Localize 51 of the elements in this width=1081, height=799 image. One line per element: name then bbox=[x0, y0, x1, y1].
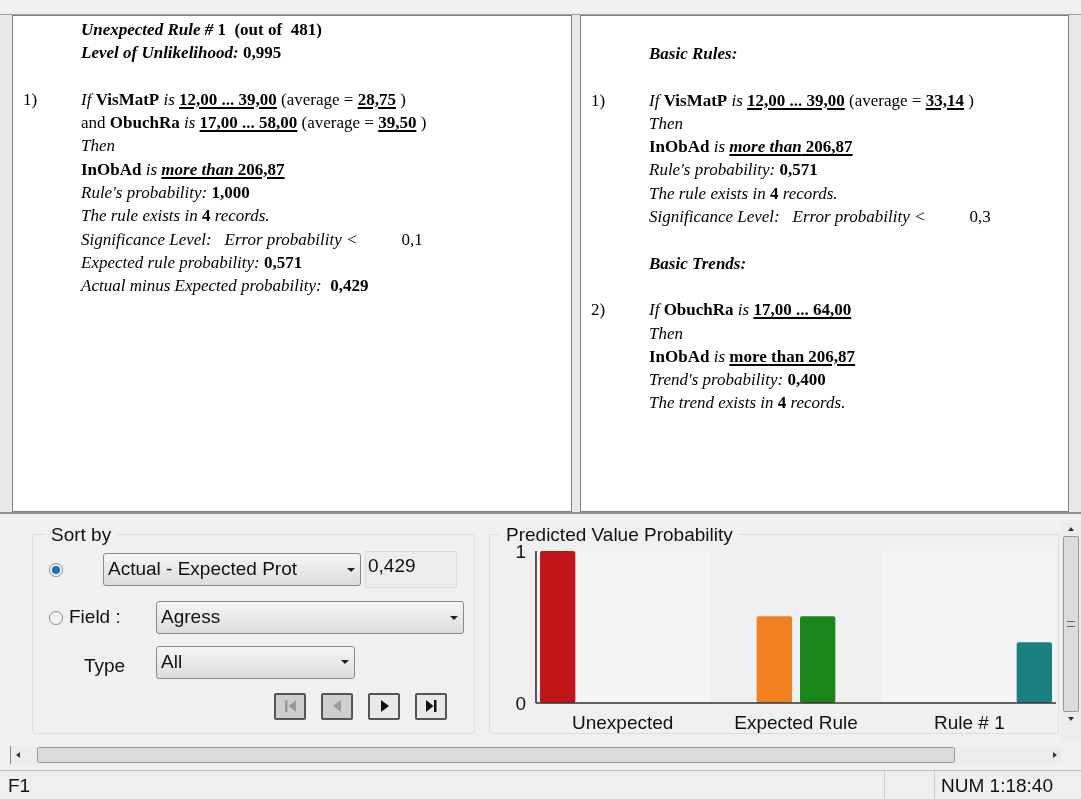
scroll-thumb[interactable] bbox=[37, 747, 955, 763]
category-label: Unexpected bbox=[571, 712, 674, 733]
rule-text: Basic Trends: bbox=[649, 252, 747, 275]
radio-button[interactable] bbox=[49, 562, 63, 577]
rule-text: Basic Rules: bbox=[649, 43, 738, 65]
field-label: Field : bbox=[69, 605, 122, 630]
rule-text: Rule's probability: 0,571 bbox=[649, 159, 819, 182]
value-field[interactable]: 0,429 bbox=[365, 551, 457, 588]
dropdown-arrow-icon bbox=[340, 659, 350, 666]
rule-text: Expected rule probability: 0,571 bbox=[81, 251, 304, 274]
tick-label: 0 bbox=[515, 693, 526, 714]
dropdown-arrow-icon bbox=[449, 614, 459, 621]
rule-text: Rule's probability: 1,000 bbox=[81, 182, 251, 205]
dropdown[interactable]: All bbox=[156, 645, 355, 679]
rule-text: Then bbox=[81, 135, 116, 158]
vertical-scrollbar[interactable] bbox=[1061, 520, 1081, 740]
status-text: F1 bbox=[7, 774, 31, 799]
rule-text: Significance Level: Error probability < 0,3 bbox=[649, 206, 991, 229]
rule-text: InObAd is more than 206,87 bbox=[649, 136, 854, 159]
rule-text: and ObuchRa is 17,00 ... 58,00 (average = 39,50 ) bbox=[81, 112, 427, 135]
next-button[interactable] bbox=[368, 692, 400, 720]
rule-text: Then bbox=[649, 112, 684, 135]
rule-text: If VisMatP is 12,00 ... 39,00 (average = 33,14 ) bbox=[649, 89, 975, 112]
rule-text: If VisMatP is 12,00 ... 39,00 (average = 28,75 ) bbox=[81, 88, 407, 111]
rule-text: If ObuchRa is 17,00 ... 64,00 bbox=[649, 299, 853, 322]
item-number: 2) bbox=[591, 300, 606, 320]
category-label: Expected Rule bbox=[734, 712, 858, 733]
dropdown-arrow-icon bbox=[346, 566, 356, 573]
rule-text: Level of Unlikelihood: 0,995 bbox=[81, 42, 283, 65]
rule-text: InObAd is more than 206,87 bbox=[649, 345, 856, 368]
rule-text: The trend exists in 4 records. bbox=[649, 392, 847, 415]
rule-text: The rule exists in 4 records. bbox=[81, 205, 271, 228]
rule-text: The rule exists in 4 records. bbox=[649, 182, 839, 205]
rule-text: InObAd is more than 206,87 bbox=[81, 158, 286, 181]
category-label: Rule # 1 bbox=[933, 712, 1005, 733]
scroll-thumb[interactable] bbox=[1063, 536, 1079, 712]
dropdown[interactable]: Actual - Expected Prot bbox=[103, 553, 361, 586]
rule-text: Actual minus Expected probability: 0,429 bbox=[81, 275, 370, 298]
type-label: Type bbox=[84, 654, 127, 678]
item-number: 1) bbox=[591, 90, 606, 110]
radio-button[interactable] bbox=[49, 610, 63, 625]
status-text: NUM 1:18:40 bbox=[934, 771, 1081, 799]
item-number: 1) bbox=[23, 89, 38, 109]
horizontal-scrollbar[interactable] bbox=[10, 746, 1062, 764]
rule-text: Then bbox=[649, 322, 684, 345]
dropdown[interactable]: Agress bbox=[156, 601, 464, 634]
rule-text: Significance Level: Error probability < 0,1 bbox=[81, 228, 424, 251]
rule-text: Trend's probability: 0,400 bbox=[649, 369, 827, 392]
rule-text: Unexpected Rule # 1 (out of 481) bbox=[81, 19, 322, 41]
bar bbox=[1016, 642, 1052, 703]
last-record-button[interactable] bbox=[415, 692, 447, 720]
